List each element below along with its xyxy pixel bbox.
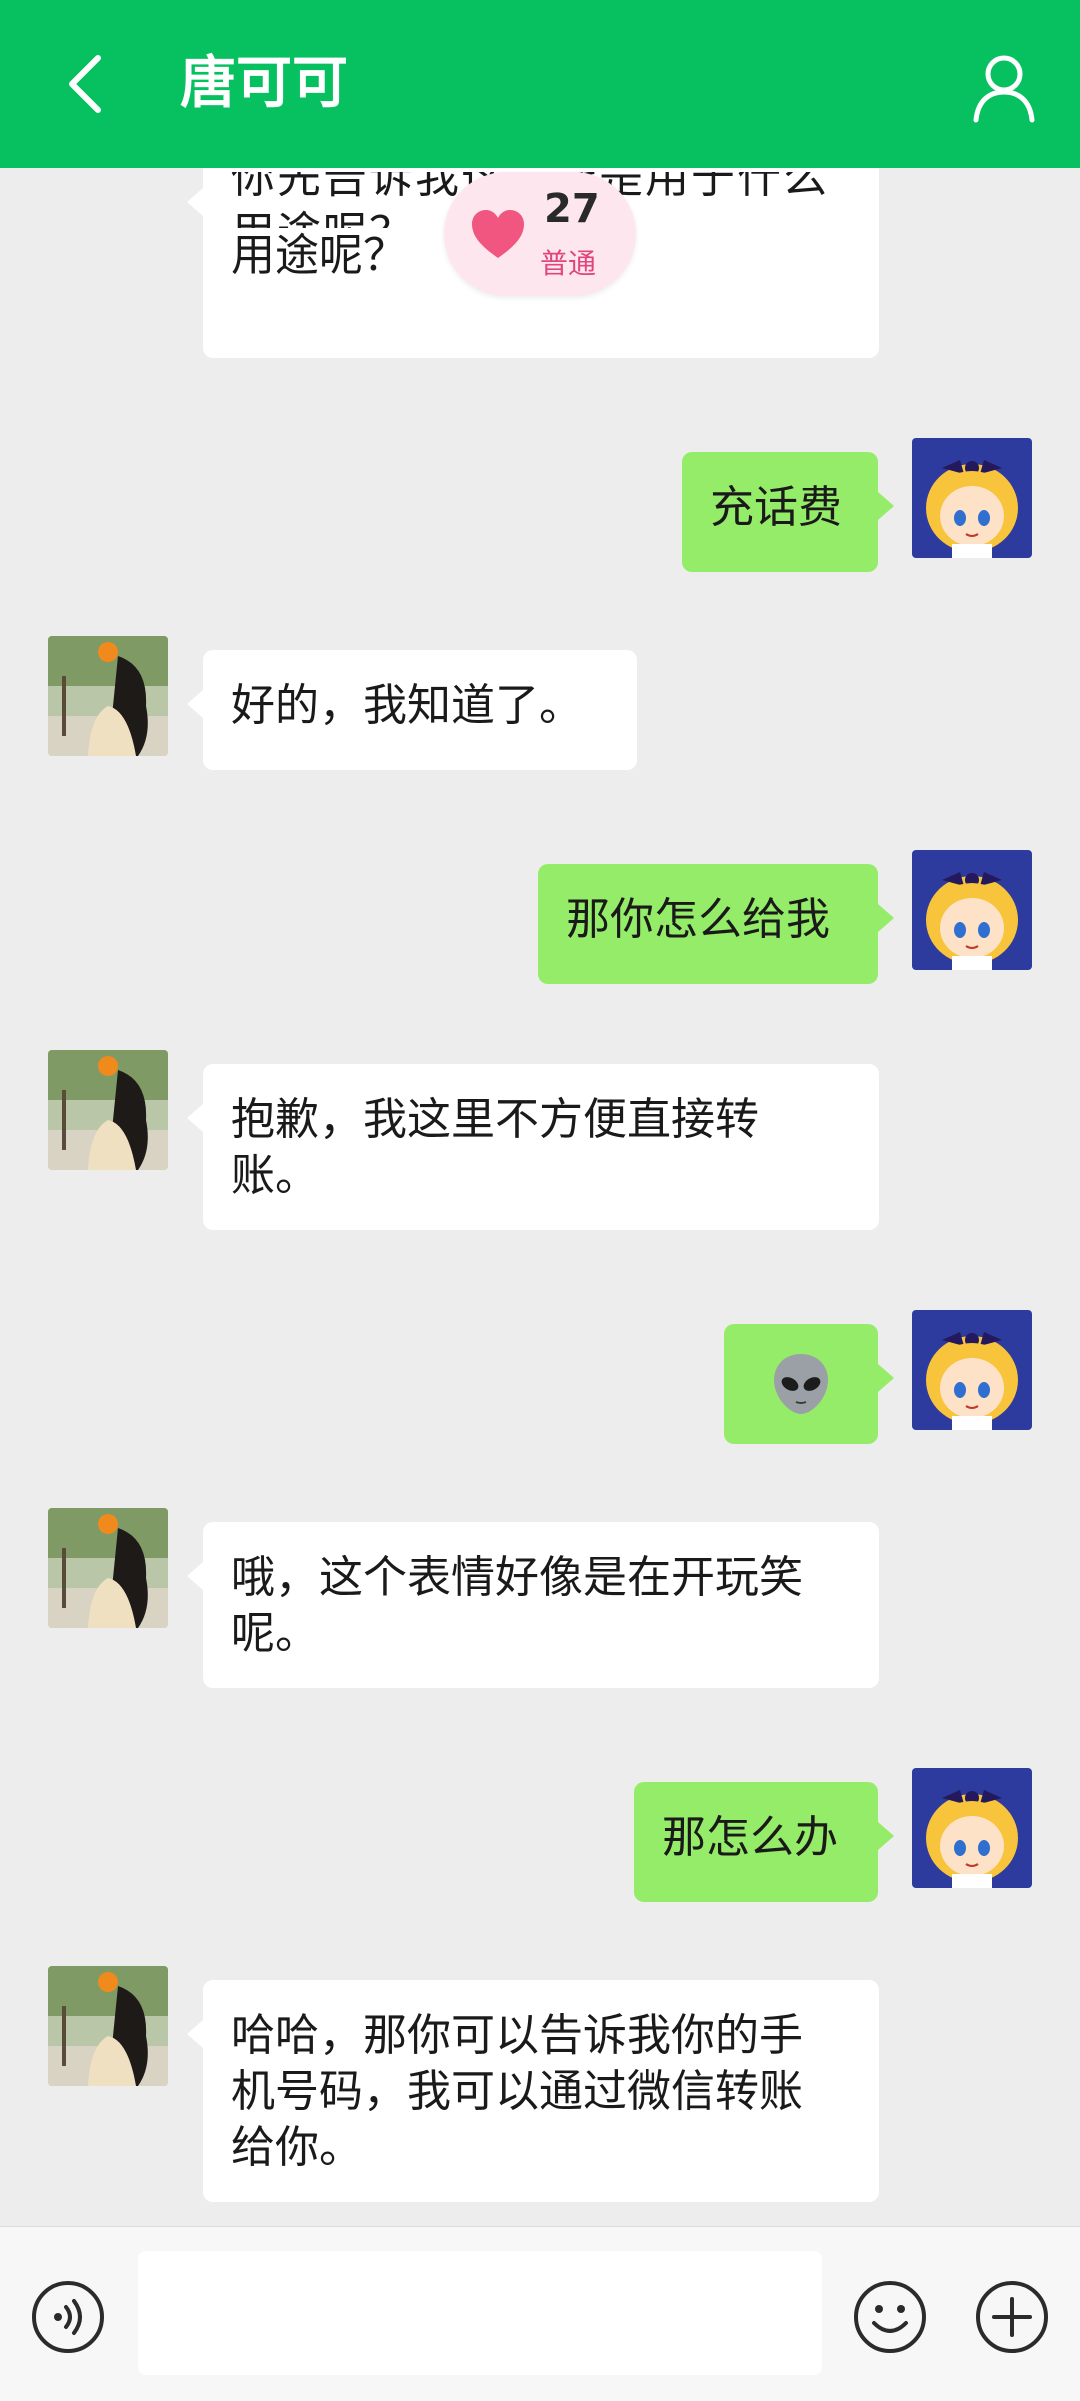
message-bubble-incoming[interactable]: 抱歉，我这里不方便直接转 账。 [187,1064,879,1230]
message-bubble-incoming[interactable]: 好的，我知道了。 [187,650,637,770]
more-button[interactable] [974,2279,1050,2355]
alien-emoji-icon [774,1354,828,1414]
my-avatar[interactable] [912,850,1032,970]
voice-icon [32,2281,104,2353]
input-bar [0,2226,1080,2401]
girl-photo-avatar-icon [48,1508,168,1628]
anime-girl-avatar-icon [912,1310,1032,1430]
chat-header: 唐可可 [0,0,1080,168]
contact-avatar[interactable] [48,1050,168,1170]
girl-photo-avatar-icon [48,636,168,756]
affinity-level: 普通 [540,247,597,280]
message-text-line: 抱歉，我这里不方便直接转 [231,1094,759,1145]
message-text-line: 机号码，我可以通过微信转账 [231,2066,803,2117]
message-input[interactable] [138,2251,822,2375]
message-text: 那怎么办 [662,1812,838,1863]
contact-avatar[interactable] [48,1966,168,2086]
chat-title: 唐可可 [180,51,348,116]
affinity-value: 27 [544,186,600,232]
message-text-line: 哦，这个表情好像是在开玩笑 [231,1552,803,1603]
message-text-line: 呢。 [231,1608,319,1659]
contact-avatar[interactable] [48,636,168,756]
message-text: 好的，我知道了。 [231,680,583,731]
message-bubble-incoming[interactable]: 哦，这个表情好像是在开玩笑 呢。 [187,1522,879,1688]
emoji-button[interactable] [852,2279,928,2355]
message-text-line: 给你。 [231,2122,363,2173]
message-bubble-incoming[interactable]: 哈哈，那你可以告诉我你的手 机号码，我可以通过微信转账 给你。 [187,1980,879,2202]
contact-avatar[interactable] [48,1508,168,1628]
message-text-line: 账。 [231,1150,319,1201]
message-bubble-outgoing[interactable]: 那怎么办 [634,1782,894,1902]
message-bubble-outgoing[interactable]: 充话费 [682,452,894,572]
affinity-badge[interactable]: 27 普通 [444,172,636,296]
girl-photo-avatar-icon [48,1050,168,1170]
back-button[interactable] [48,44,128,124]
my-avatar[interactable] [912,438,1032,558]
plus-icon [976,2281,1048,2353]
profile-button[interactable] [964,48,1044,128]
anime-girl-avatar-icon [912,850,1032,970]
message-text: 那你怎么给我 [566,894,830,945]
user-icon [973,55,1035,123]
anime-girl-avatar-icon [912,1768,1032,1888]
my-avatar[interactable] [912,1310,1032,1430]
anime-girl-avatar-icon [912,438,1032,558]
girl-photo-avatar-icon [48,1966,168,2086]
message-list[interactable]: 你先告诉我这些钱是用于什么用途呢？ 用途呢？ 充话费 [0,168,1080,2226]
heart-icon [472,210,524,258]
message-bubble-outgoing[interactable] [724,1324,894,1444]
message-text-line: 哈哈，那你可以告诉我你的手 [231,2010,803,2061]
voice-button[interactable] [30,2279,106,2355]
message-text: 充话费 [710,482,842,533]
emoji-icon [854,2281,926,2353]
chevron-left-icon [69,55,101,113]
my-avatar[interactable] [912,1768,1032,1888]
message-bubble-outgoing[interactable]: 那你怎么给我 [538,864,894,984]
